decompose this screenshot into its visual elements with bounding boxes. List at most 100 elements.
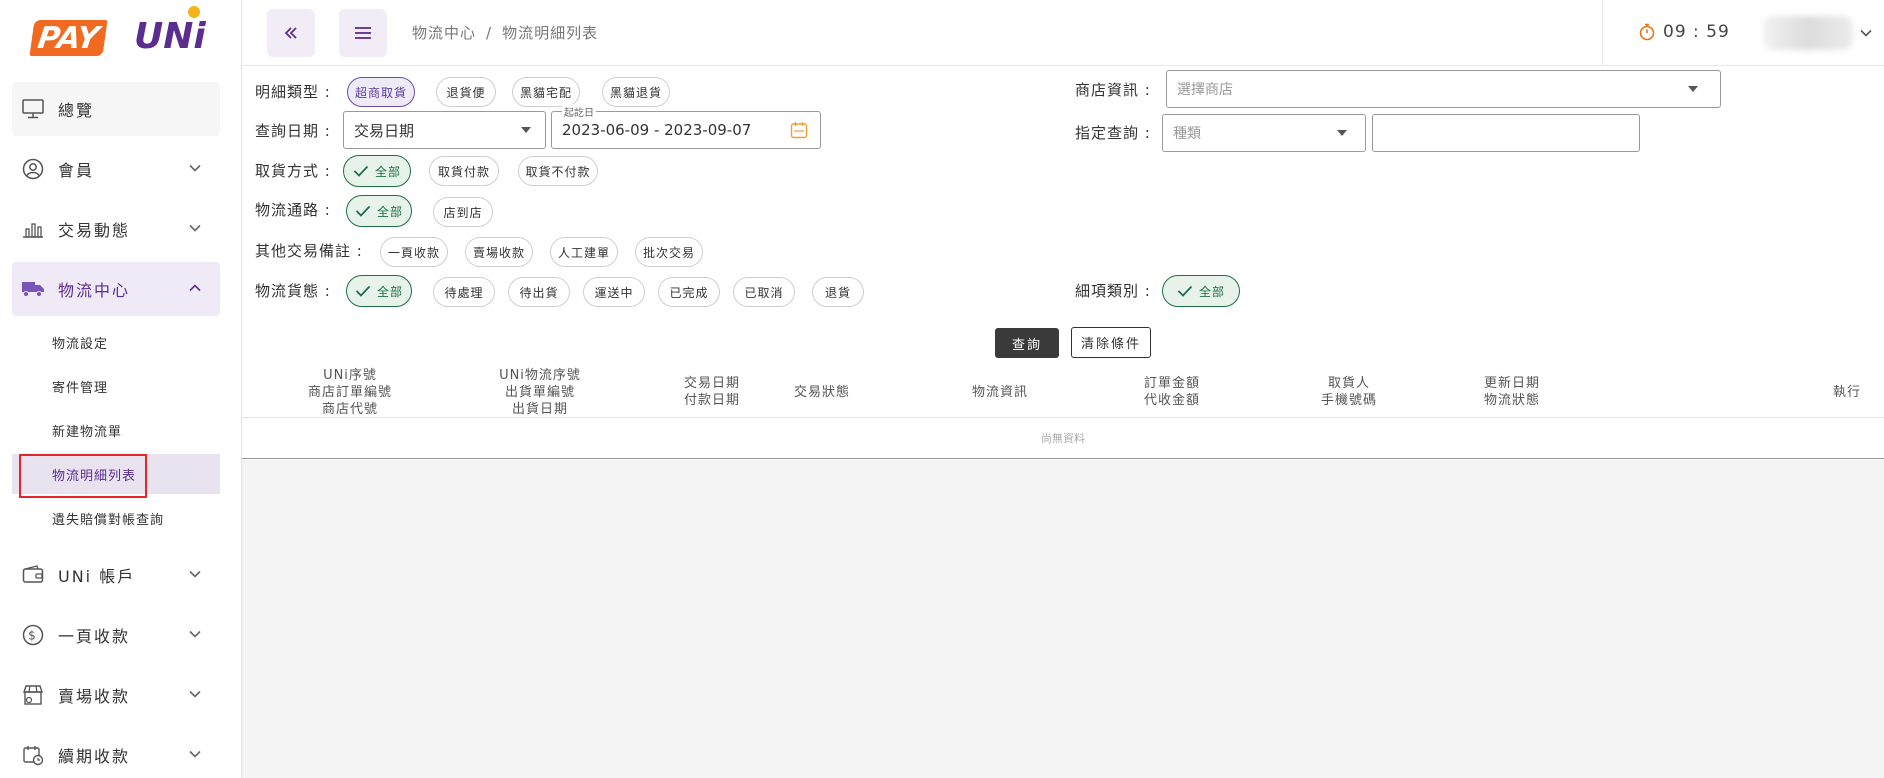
chip-item-category-all[interactable]: 全部 [1162,275,1240,307]
chip-status-cancelled[interactable]: 已取消 [733,277,795,307]
chip-channel-all[interactable]: 全部 [346,195,412,227]
double-chevron-left-icon [284,27,297,39]
user-name-blurred[interactable] [1763,16,1853,50]
chip-channel-store-to-store[interactable]: 店到店 [433,197,493,227]
sidebar-item-one-page-payment[interactable]: $ 一頁收款 [12,608,220,662]
chip-status-pending[interactable]: 待處理 [433,277,495,307]
col-actions[interactable]: 執行 [1822,366,1872,418]
chip-pickup-all[interactable]: 全部 [343,155,411,187]
store-select-placeholder: 選擇商店 [1177,82,1233,98]
col-line: UNi序號 [323,367,377,383]
submenu-logistics-detail-list[interactable]: 物流明細列表 [12,454,220,498]
submenu-shipment-management[interactable]: 寄件管理 [12,366,220,406]
logistics-channel-label: 物流通路 : [255,201,331,219]
chevron-down-icon [189,750,201,758]
chevron-down-icon[interactable] [1859,26,1873,40]
specific-query-label: 指定查詢 : [1075,124,1151,142]
content-background [242,460,1884,778]
submenu-loss-compensation-query[interactable]: 遺失賠償對帳查詢 [12,498,220,538]
svg-text:$: $ [28,629,38,643]
chip-detail-type-tcat-delivery[interactable]: 黑貓宅配 [512,77,580,107]
sidebar-item-label: 交易動態 [58,221,131,240]
sidebar-item-label: 總覽 [58,101,95,120]
dropdown-arrow-icon [1688,86,1698,92]
chip-note-store[interactable]: 賣場收款 [465,237,533,267]
submenu-new-logistics-order[interactable]: 新建物流單 [12,410,220,450]
query-type-placeholder: 種類 [1173,126,1201,142]
chip-detail-type-cvs-pickup[interactable]: 超商取貨 [347,77,415,107]
col-line: 代收金額 [1143,393,1200,408]
table-empty-row: 尚無資料 [242,419,1884,459]
chip-pickup-cod[interactable]: 取貨付款 [429,156,499,186]
chip-status-returned[interactable]: 退貨 [812,277,864,307]
sidebar-item-logistics[interactable]: 物流中心 [12,262,220,316]
date-type-select[interactable]: 交易日期 [343,111,546,149]
chip-detail-type-return[interactable]: 退貨便 [436,77,496,107]
store-select[interactable]: 選擇商店 [1166,70,1721,108]
main-content: 明細類型 : 超商取貨 退貨便 黑貓宅配 黑貓退貨 查詢日期 : 交易日期 起訖… [242,66,1884,778]
sidebar-item-label: 會員 [58,161,95,180]
chip-note-batch[interactable]: 批次交易 [635,237,703,267]
sidebar-item-label: 賣場收款 [58,687,131,706]
col-update-date[interactable]: 更新日期 物流狀態 [1452,366,1572,418]
sidebar-item-uni-account[interactable]: UNi 帳戶 [12,548,220,602]
chip-label: 全部 [375,164,402,179]
sidebar-item-member[interactable]: 會員 [12,142,220,196]
dollar-circle-icon: $ [20,622,46,648]
col-line: 交易狀態 [793,384,850,400]
payuni-logo[interactable]: PAY UNi [29,6,206,58]
chevron-down-icon [189,630,201,638]
col-logistics-info[interactable]: 物流資訊 [940,366,1060,418]
store-icon [20,682,46,708]
col-line: 商店代號 [321,401,378,417]
chip-status-in-transit[interactable]: 運送中 [583,277,645,307]
query-button[interactable]: 查詢 [995,328,1059,358]
sidebar-item-label: 一頁收款 [58,627,131,646]
chip-status-all[interactable]: 全部 [346,275,412,307]
col-recipient[interactable]: 取貨人 手機號碼 [1289,366,1409,418]
chip-status-awaiting-shipment[interactable]: 待出貨 [508,277,570,307]
col-uni-serial[interactable]: UNi序號 商店訂單編號 商店代號 [282,366,418,418]
chip-note-one-page[interactable]: 一頁收款 [380,237,448,267]
sidebar-item-label: UNi 帳戶 [58,567,136,586]
date-range-input[interactable]: 起訖日 2023-06-09 - 2023-09-07 [551,104,821,149]
sidebar-item-store-payment[interactable]: 賣場收款 [12,668,220,722]
chip-pickup-no-payment[interactable]: 取貨不付款 [518,156,598,186]
sidebar-item-recurring-payment[interactable]: 續期收款 [12,728,220,778]
breadcrumb-separator: / [486,24,493,42]
col-uni-logistics-serial[interactable]: UNi物流序號 出貨單編號 出貨日期 [472,366,608,418]
chevron-down-icon [189,224,201,232]
detail-type-label: 明細類型 : [255,83,331,101]
query-keyword-input[interactable] [1372,114,1640,152]
chevron-down-icon [189,164,201,172]
query-type-select[interactable]: 種類 [1162,114,1366,152]
col-line: 交易日期 [683,376,740,391]
collapse-sidebar-button[interactable] [267,9,315,57]
calendar-icon[interactable] [790,121,808,139]
col-transaction-status[interactable]: 交易狀態 [762,366,882,418]
sidebar-item-overview[interactable]: 總覽 [12,82,220,136]
col-line: 出貨單編號 [504,384,575,400]
submenu-logistics-settings[interactable]: 物流設定 [12,322,220,362]
col-line: 手機號碼 [1320,393,1377,408]
sidebar: PAY UNi 總覽 會員 交易動態 物流中心 物流設定 寄件管理 新建物流單 … [0,0,242,778]
calendar-clock-icon [20,742,46,768]
sidebar-item-transactions[interactable]: 交易動態 [12,202,220,256]
breadcrumb-item-current: 物流明細列表 [502,24,599,42]
chip-label: 全部 [377,284,404,299]
chip-note-manual[interactable]: 人工建單 [550,237,618,267]
logo-uni-text: UNi [134,16,206,57]
col-order-amount[interactable]: 訂單金額 代收金額 [1112,366,1232,418]
menu-button[interactable] [339,9,387,57]
monitor-icon [20,96,46,122]
timer-text: 09 : 59 [1663,22,1730,42]
breadcrumb-item-logistics[interactable]: 物流中心 [412,24,476,42]
chip-detail-type-tcat-return[interactable]: 黑貓退貨 [602,77,670,107]
pickup-method-label: 取貨方式 : [255,162,331,180]
col-transaction-date[interactable]: 交易日期 付款日期 [652,366,772,418]
chevron-down-icon [189,690,201,698]
check-icon [355,285,371,297]
chip-label: 全部 [377,204,404,219]
chip-status-completed[interactable]: 已完成 [658,277,720,307]
clear-conditions-button[interactable]: 清除條件 [1071,327,1151,358]
